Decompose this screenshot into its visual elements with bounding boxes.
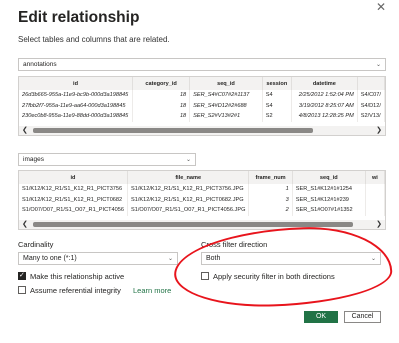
column-header-wi[interactable]: wi xyxy=(365,171,385,184)
column-header-datetime[interactable]: datetime xyxy=(291,77,358,90)
table-cell: S4/D12/ xyxy=(357,100,385,111)
table-cell: S1/K12/K12_R1/S1_K12_R1_PICT3756.JPG xyxy=(127,184,250,195)
table-cell: S1/K12/K12_R1/S1_K12_R1_PICT3756 xyxy=(19,184,128,195)
table2-select[interactable]: images ⌄ xyxy=(18,153,196,166)
edit-relationship-dialog: ✕ Edit relationship Select tables and co… xyxy=(0,0,399,343)
make-active-checkbox[interactable] xyxy=(18,271,26,280)
learn-more-link[interactable]: Learn more xyxy=(133,286,171,295)
table-cell xyxy=(365,205,385,216)
table-cell: SER_S4#D12#2#688 xyxy=(189,100,263,111)
cardinality-label: Cardinality xyxy=(18,240,54,249)
table-cell: SER_S4#C07#2#1137 xyxy=(189,90,263,101)
chevron-down-icon: ⌄ xyxy=(375,62,381,68)
table-cell: S1/K12/K12_R1/S1_K12_R1_PICT0682 xyxy=(19,194,128,205)
table-cell: 2 xyxy=(248,205,293,216)
table-row: 27fbb2f7-955a-11e9-aa64-000d3a198845 18 … xyxy=(19,100,385,111)
table-cell: 3 xyxy=(248,194,293,205)
chevron-down-icon: ⌄ xyxy=(167,256,173,262)
column-header-category-id[interactable]: category_id xyxy=(132,77,191,90)
table-row: 230ec0b8-955a-11e9-88dd-000d3a198845 18 … xyxy=(19,111,385,122)
column-header-file-name[interactable]: file_name xyxy=(127,171,250,184)
scroll-left-icon[interactable]: ❮ xyxy=(22,220,28,229)
column-header-id[interactable]: id xyxy=(19,77,134,90)
referential-integrity-label: Assume referential integrity xyxy=(30,286,121,295)
table-cell: 27fbb2f7-955a-11e9-aa64-000d3a198845 xyxy=(19,100,134,111)
column-header-seq-id[interactable]: seq_id xyxy=(189,77,263,90)
close-icon[interactable]: ✕ xyxy=(376,0,386,14)
referential-integrity-checkbox[interactable] xyxy=(18,286,26,294)
table-row: S1/K12/K12_R1/S1_K12_R1_PICT0682 S1/K12/… xyxy=(19,194,385,205)
table-cell: SER_S1#K12#1#239 xyxy=(292,194,366,205)
dialog-subtitle: Select tables and columns that are relat… xyxy=(18,35,170,44)
table-cell: 230ec0b8-955a-11e9-88dd-000d3a198845 xyxy=(19,111,134,122)
table2-header-row: id file_name frame_num seq_id wi xyxy=(19,171,385,184)
table-row: 26d3b665-955a-11e9-bc9b-000d3a198845 18 … xyxy=(19,90,385,101)
scroll-right-icon[interactable]: ❯ xyxy=(376,126,382,135)
table-cell: S2/V13/ xyxy=(357,111,385,122)
table-cell: 1 xyxy=(248,184,293,195)
column-header-id[interactable]: id xyxy=(19,171,128,184)
table-row: S1/K12/K12_R1/S1_K12_R1_PICT3756 S1/K12/… xyxy=(19,184,385,195)
table-cell: 26d3b665-955a-11e9-bc9b-000d3a198845 xyxy=(19,90,134,101)
dialog-title: Edit relationship xyxy=(18,9,140,26)
table2-select-value: images xyxy=(23,156,44,163)
scrollbar-thumb[interactable] xyxy=(33,128,313,133)
scroll-right-icon[interactable]: ❯ xyxy=(376,220,382,229)
column-header-extra[interactable] xyxy=(357,77,385,90)
table-cell: 4/8/2013 12:28:25 PM xyxy=(291,111,358,122)
table-cell xyxy=(365,194,385,205)
table-cell: 18 xyxy=(132,90,191,101)
table-cell: S4/C07/ xyxy=(357,90,385,101)
table-cell: 3/19/2012 8:25:07 AM xyxy=(291,100,358,111)
table-cell: 18 xyxy=(132,100,191,111)
table-cell: S1/K12/K12_R1/S1_K12_R1_PICT0682.JPG xyxy=(127,194,250,205)
table2-preview: id file_name frame_num seq_id wi S1/K12/… xyxy=(18,170,386,230)
table1-horizontal-scrollbar[interactable]: ❮ ❯ xyxy=(19,126,385,135)
red-annotation-circle xyxy=(172,224,394,310)
table-cell: SER_S1#K12#1#1254 xyxy=(292,184,366,195)
table-cell: S1/O07/O07_R1/S1_O07_R1_PICT4056.JPG xyxy=(127,205,250,216)
column-header-session[interactable]: session xyxy=(262,77,292,90)
ok-button[interactable]: OK xyxy=(304,311,338,323)
table-cell: S4 xyxy=(262,90,292,101)
table-cell: 18 xyxy=(132,111,191,122)
table-cell xyxy=(365,184,385,195)
table-cell: SER_S1#O07#1#1352 xyxy=(292,205,366,216)
table1-select-value: annotations xyxy=(23,61,57,68)
cardinality-select-value: Many to one (*:1) xyxy=(23,255,77,262)
make-active-label: Make this relationship active xyxy=(30,272,125,281)
table-cell: S4 xyxy=(262,100,292,111)
table-cell: S2 xyxy=(262,111,292,122)
column-header-seq-id[interactable]: seq_id xyxy=(292,171,366,184)
scroll-left-icon[interactable]: ❮ xyxy=(22,126,28,135)
chevron-down-icon: ⌄ xyxy=(185,157,191,163)
column-header-frame-num[interactable]: frame_num xyxy=(248,171,293,184)
table-cell: 2/25/2012 1:52:04 PM xyxy=(291,90,358,101)
cancel-button[interactable]: Cancel xyxy=(344,311,381,323)
table-cell: SER_S2#V13#2#1 xyxy=(189,111,263,122)
table1-preview: id category_id seq_id session datetime 2… xyxy=(18,76,386,136)
table-cell: S1/O07/O07_R1/S1_O07_R1_PICT4056 xyxy=(19,205,128,216)
cardinality-select[interactable]: Many to one (*:1) ⌄ xyxy=(18,252,178,265)
table1-header-row: id category_id seq_id session datetime xyxy=(19,77,385,90)
table-row: S1/O07/O07_R1/S1_O07_R1_PICT4056 S1/O07/… xyxy=(19,205,385,216)
table1-select[interactable]: annotations ⌄ xyxy=(18,58,386,71)
